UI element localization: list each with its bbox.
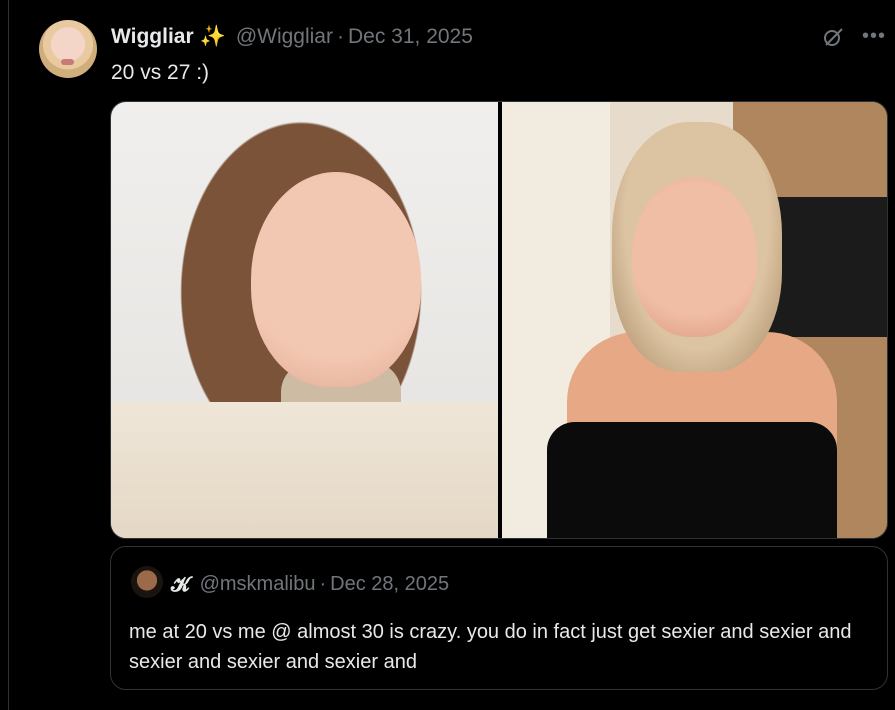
quoted-display-name[interactable]: 𝓚 [171,572,190,596]
grok-icon[interactable] [821,25,845,49]
avatar[interactable] [39,20,97,78]
sparkle-icon: ✨ [199,25,226,48]
tweet-container: Wiggliar ✨ @Wiggliar · Dec 31, 2025 ••• … [8,0,895,710]
separator-dot: · [336,25,344,48]
media-grid [110,101,888,539]
quoted-text: me at 20 vs me @ almost 30 is crazy. you… [129,621,852,673]
handle[interactable]: @Wiggliar [236,25,333,49]
tweet-header: Wiggliar ✨ @Wiggliar · Dec 31, 2025 [111,23,473,51]
photo-1-face [251,172,421,387]
photo-1-sweater [111,402,498,538]
quoted-handle[interactable]: @mskmalibu [200,573,316,596]
quoted-header: 𝓚 @mskmalibu · Dec 28, 2025 [171,572,449,596]
quoted-timestamp[interactable]: Dec 28, 2025 [330,573,449,596]
quoted-tweet[interactable]: 𝓚 @mskmalibu · Dec 28, 2025 me at 20 vs … [110,546,888,690]
quoted-separator-dot: · [319,572,327,595]
photo-2-top [547,422,837,538]
photo-2-face [632,177,757,337]
display-name[interactable]: Wiggliar [111,25,194,49]
photo-1[interactable] [111,102,498,538]
more-icon[interactable]: ••• [861,24,887,48]
tweet-text: 20 vs 27 :) [111,61,210,84]
timestamp[interactable]: Dec 31, 2025 [348,25,473,49]
quoted-avatar[interactable] [131,566,163,598]
photo-2[interactable] [502,102,887,538]
